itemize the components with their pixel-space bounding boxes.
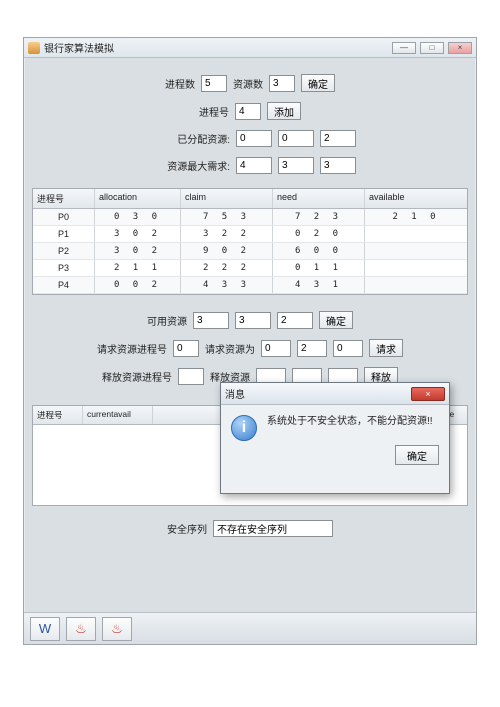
app-icon	[28, 42, 40, 54]
row-request: 请求资源进程号 请求资源为 请求	[32, 339, 468, 357]
available-input-1[interactable]	[235, 312, 271, 329]
confirm-counts-button[interactable]: 确定	[301, 74, 335, 92]
window-title: 银行家算法模拟	[44, 40, 114, 55]
app-window: 银行家算法模拟 — □ × 进程数 资源数 确定 进程号 添加 已分配资源: 资…	[23, 37, 477, 645]
allocated-label: 已分配资源:	[144, 131, 230, 146]
dialog-title: 消息	[225, 386, 245, 401]
safe-sequence-output	[213, 520, 333, 537]
release-pid-label: 释放资源进程号	[102, 369, 172, 384]
row-counts: 进程数 资源数 确定	[32, 74, 468, 92]
close-button[interactable]: ×	[448, 42, 472, 54]
maxneed-input-0[interactable]	[236, 157, 272, 174]
taskbar-word-icon[interactable]: W	[30, 617, 60, 641]
message-dialog: 消息 × i 系统处于不安全状态，不能分配资源!! 确定	[220, 382, 450, 494]
request-input-2[interactable]	[333, 340, 363, 357]
th-allocation: allocation	[95, 189, 181, 208]
table-row[interactable]: P00 3 07 5 37 2 32 1 0	[33, 209, 467, 226]
process-count-label: 进程数	[165, 76, 195, 91]
request-pid-input[interactable]	[173, 340, 199, 357]
release-pid-input[interactable]	[178, 368, 204, 385]
row-allocated: 已分配资源:	[32, 130, 468, 147]
request-pid-label: 请求资源进程号	[97, 341, 167, 356]
table-row[interactable]: P13 0 23 2 20 2 0	[33, 226, 467, 243]
th-need: need	[273, 189, 365, 208]
dialog-titlebar: 消息 ×	[221, 383, 449, 405]
table-header: 进程号 allocation claim need available	[33, 189, 467, 209]
process-count-input[interactable]	[201, 75, 227, 92]
request-button[interactable]: 请求	[369, 339, 403, 357]
dialog-message: 系统处于不安全状态，不能分配资源!!	[267, 415, 433, 429]
allocated-input-0[interactable]	[236, 130, 272, 147]
request-input-0[interactable]	[261, 340, 291, 357]
row-safe-sequence: 安全序列	[32, 520, 468, 537]
allocation-table: 进程号 allocation claim need available P00 …	[32, 188, 468, 295]
safe-label: 安全序列	[167, 521, 207, 536]
available-label: 可用资源	[147, 313, 187, 328]
row-maxneed: 资源最大需求:	[32, 157, 468, 174]
th-claim: claim	[181, 189, 273, 208]
th2-pid: 进程号	[33, 406, 83, 424]
th2-currentavail: currentavail	[83, 406, 153, 424]
info-icon: i	[231, 415, 257, 441]
th-available: available	[365, 189, 467, 208]
row-process-id: 进程号 添加	[32, 102, 468, 120]
table-row[interactable]: P32 1 12 2 20 1 1	[33, 260, 467, 277]
dialog-ok-button[interactable]: 确定	[395, 445, 439, 465]
add-button[interactable]: 添加	[267, 102, 301, 120]
minimize-button[interactable]: —	[392, 42, 416, 54]
resource-count-input[interactable]	[269, 75, 295, 92]
resource-count-label: 资源数	[233, 76, 263, 91]
request-for-label: 请求资源为	[205, 341, 255, 356]
th-pid: 进程号	[33, 189, 95, 208]
maximize-button[interactable]: □	[420, 42, 444, 54]
process-id-label: 进程号	[199, 104, 229, 119]
table-row[interactable]: P40 0 24 3 34 3 1	[33, 277, 467, 294]
request-input-1[interactable]	[297, 340, 327, 357]
taskbar: W ♨ ♨	[24, 612, 476, 644]
available-input-0[interactable]	[193, 312, 229, 329]
taskbar-java-icon-2[interactable]: ♨	[102, 617, 132, 641]
maxneed-input-1[interactable]	[278, 157, 314, 174]
process-id-input[interactable]	[235, 103, 261, 120]
titlebar: 银行家算法模拟 — □ ×	[24, 38, 476, 58]
available-confirm-button[interactable]: 确定	[319, 311, 353, 329]
maxneed-label: 资源最大需求:	[144, 158, 230, 173]
taskbar-java-icon-1[interactable]: ♨	[66, 617, 96, 641]
dialog-close-button[interactable]: ×	[411, 387, 445, 401]
table-row[interactable]: P23 0 29 0 26 0 0	[33, 243, 467, 260]
available-input-2[interactable]	[277, 312, 313, 329]
maxneed-input-2[interactable]	[320, 157, 356, 174]
row-available: 可用资源 确定	[32, 311, 468, 329]
allocated-input-2[interactable]	[320, 130, 356, 147]
allocated-input-1[interactable]	[278, 130, 314, 147]
